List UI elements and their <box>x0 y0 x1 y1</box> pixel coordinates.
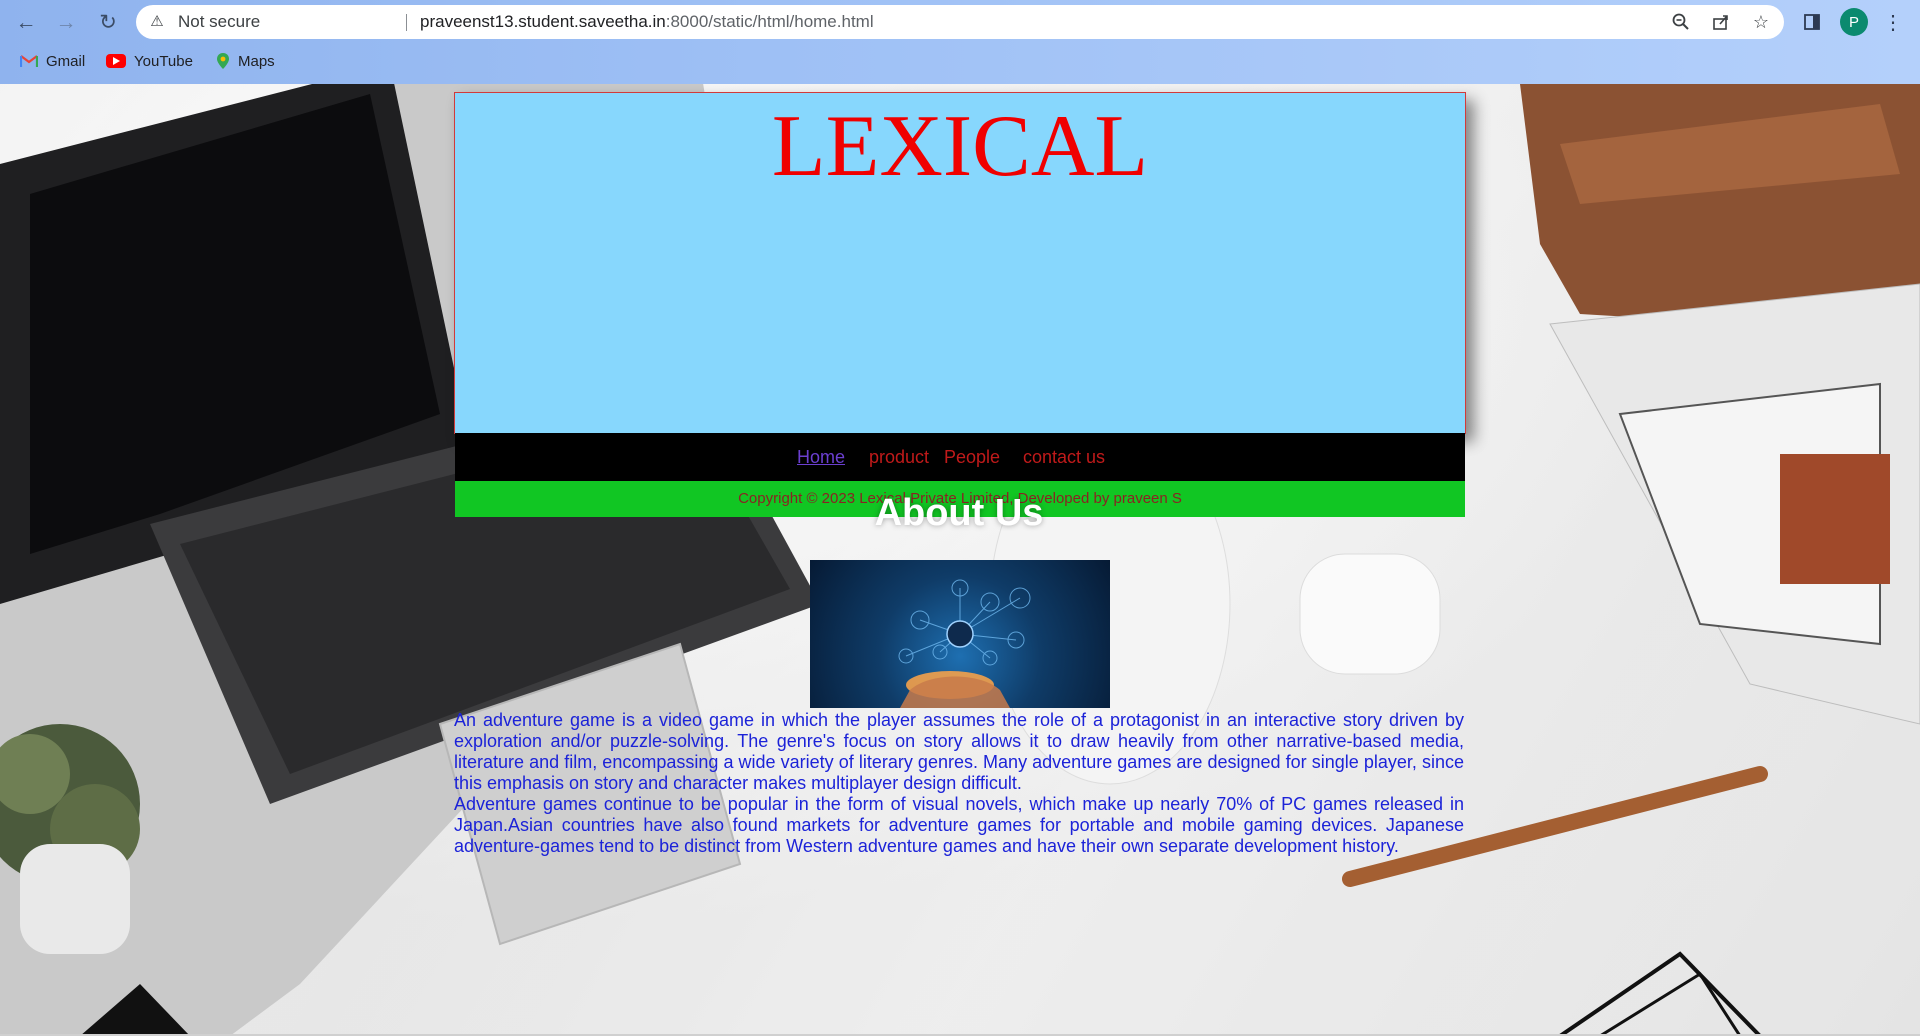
about-us-text: An adventure game is a video game in whi… <box>454 710 1464 857</box>
youtube-icon <box>106 54 126 68</box>
maps-icon <box>216 52 230 70</box>
nav-people-link[interactable]: People <box>944 447 1000 468</box>
about-us-image <box>810 560 1110 708</box>
security-label[interactable]: Not secure <box>178 12 260 32</box>
site-header: LEXICAL Home product People contact us C… <box>454 92 1466 517</box>
warning-icon[interactable]: ⚠ <box>148 13 166 31</box>
nav-product-link[interactable]: product <box>869 447 929 468</box>
reload-icon[interactable]: ↻ <box>96 10 120 34</box>
bookmark-maps[interactable]: Maps <box>216 48 275 74</box>
bookmark-label: Maps <box>238 52 275 70</box>
browser-chrome: ← → ↻ ⚠ Not secure praveenst13.student.s… <box>0 0 1920 84</box>
bookmark-label: YouTube <box>134 52 193 70</box>
about-paragraph-1: An adventure game is a video game in whi… <box>454 710 1464 793</box>
bookmark-star-icon[interactable]: ☆ <box>1750 11 1772 33</box>
nav-home-link[interactable]: Home <box>797 447 845 468</box>
about-us-heading: About Us <box>874 492 1044 534</box>
bookmark-youtube[interactable]: YouTube <box>106 48 193 74</box>
nav-contact-link[interactable]: contact us <box>1023 447 1105 468</box>
site-logo-text: LEXICAL <box>771 98 1149 195</box>
side-panel-icon[interactable] <box>1799 9 1825 35</box>
main-nav: Home product People contact us <box>455 433 1465 481</box>
profile-avatar[interactable]: P <box>1840 8 1868 36</box>
url-text[interactable]: praveenst13.student.saveetha.in:8000/sta… <box>420 12 874 32</box>
zoom-icon[interactable] <box>1670 11 1692 33</box>
bookmark-gmail[interactable]: Gmail <box>19 48 86 74</box>
bookmarks-bar: Gmail YouTube Maps <box>0 48 600 74</box>
gmail-icon <box>19 54 39 68</box>
menu-kebab-icon[interactable]: ⋮ <box>1880 9 1906 35</box>
address-bar[interactable]: ⚠ Not secure praveenst13.student.saveeth… <box>136 5 1784 39</box>
url-path: :8000/static/html/home.html <box>665 12 874 31</box>
network-hand-illustration <box>898 579 1031 708</box>
back-arrow-icon[interactable]: ← <box>14 10 38 34</box>
share-icon[interactable] <box>1710 11 1732 33</box>
page-viewport: LEXICAL Home product People contact us C… <box>0 84 1920 1036</box>
forward-arrow-icon[interactable]: → <box>54 10 78 34</box>
about-paragraph-2: Adventure games continue to be popular i… <box>454 794 1464 856</box>
address-separator <box>406 14 407 31</box>
bookmark-label: Gmail <box>46 52 86 70</box>
url-host: praveenst13.student.saveetha.in <box>420 12 666 31</box>
